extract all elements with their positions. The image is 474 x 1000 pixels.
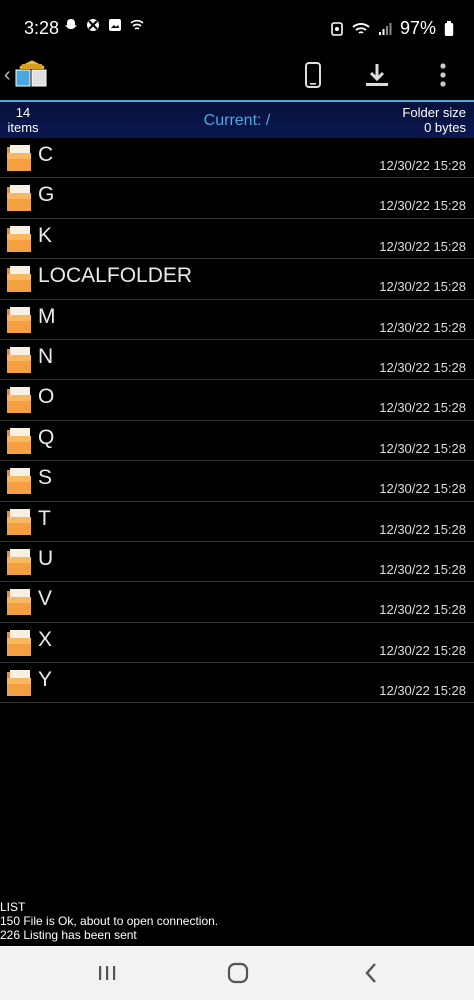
file-name: V [38,587,53,611]
file-date: 12/30/22 15:28 [379,359,466,375]
folder-icon [7,346,31,373]
file-name: K [38,223,53,247]
snapchat-icon [65,19,77,29]
log-line: 150 File is Ok, about to open connection… [0,914,219,928]
file-row[interactable]: Y 12/30/22 15:28 [0,663,474,704]
file-row[interactable]: C 12/30/22 15:28 [0,138,474,179]
folder-icon [7,508,31,535]
wifi-icon [352,22,370,34]
file-name: S [38,466,53,490]
folder-size-value: 0 bytes [424,120,466,135]
phone-button[interactable] [298,60,328,90]
file-row[interactable]: N 12/30/22 15:28 [0,340,474,381]
download-icon [366,64,388,86]
file-date: 12/30/22 15:28 [379,521,466,537]
folder-icon [7,145,31,171]
battery-percent: 97% [399,18,436,38]
file-row[interactable]: M 12/30/22 15:28 [0,300,474,340]
status-bar: 3:28 97% [0,0,474,50]
system-status: 97% [330,18,454,39]
directory-info-bar: 14 items Current: / Folder size 0 bytes [0,102,474,138]
file-date: 12/30/22 15:28 [379,481,466,497]
file-date: 12/30/22 15:28 [379,238,466,254]
log-line: 226 Listing has been sent [0,928,137,942]
file-date: 12/30/22 15:28 [379,683,466,699]
more-options-button[interactable] [428,60,458,90]
file-row[interactable]: T 12/30/22 15:28 [0,502,474,542]
file-date: 12/30/22 15:28 [379,158,466,173]
xbox-icon [87,19,99,31]
folder-icon [7,548,31,575]
folder-icon [7,589,31,616]
folder-size: Folder size 0 bytes [402,105,466,135]
file-name: U [38,546,54,570]
file-date: 12/30/22 15:28 [379,279,466,295]
download-button[interactable] [362,60,392,90]
file-name: LOCALFOLDER [38,264,193,288]
file-date: 12/30/22 15:28 [379,198,466,214]
file-row[interactable]: V 12/30/22 15:28 [0,582,474,623]
home-icon [227,962,249,984]
recent-apps-icon [99,966,116,980]
file-date: 12/30/22 15:28 [379,440,466,456]
app-toolbar: ‹ [0,50,474,100]
status-time: 3:28 [24,18,60,38]
battery-icon [444,20,454,36]
folder-icon [7,629,31,656]
folder-icon [7,427,31,454]
file-date: 12/30/22 15:28 [379,642,466,658]
file-list: C 12/30/22 15:28 G 12/30/22 15:28 K 12/30/22 … [0,138,474,704]
more-vert-icon [440,63,446,87]
file-row[interactable]: G 12/30/22 15:28 [0,178,474,219]
file-row[interactable]: Q 12/30/22 15:28 [0,421,474,462]
system-nav-bar [0,946,474,1000]
back-button[interactable] [356,960,386,986]
alarm-icon [331,21,343,36]
file-date: 12/30/22 15:28 [379,319,466,335]
file-row[interactable]: U 12/30/22 15:28 [0,542,474,583]
file-name: O [38,385,55,409]
back-chevron-icon[interactable]: ‹ [4,64,11,87]
file-row[interactable]: LOCALFOLDER 12/30/22 15:28 [0,259,474,300]
file-date: 12/30/22 15:28 [379,400,466,416]
folder-icon [7,387,31,414]
file-name: N [38,344,54,368]
folder-icon [7,225,31,252]
wifi-shield-icon [130,19,144,30]
file-name: X [38,627,53,651]
file-name: G [38,183,55,207]
phone-icon [305,62,321,88]
file-name: Q [38,425,55,449]
home-button[interactable] [223,960,253,986]
file-name: Y [38,668,53,692]
folder-size-label: Folder size [402,105,466,120]
folder-icon [7,266,31,293]
notification-icons [64,18,144,32]
file-date: 12/30/22 15:28 [379,561,466,577]
file-row[interactable]: K 12/30/22 15:28 [0,219,474,260]
folder-icon [7,185,31,212]
log-line: LIST [0,900,26,914]
file-row[interactable]: O 12/30/22 15:28 [0,380,474,421]
folder-icon [7,306,31,333]
gallery-icon [109,19,121,31]
ftp-log: LIST 150 File is Ok, about to open connec… [0,900,474,942]
file-date: 12/30/22 15:28 [379,602,466,618]
file-row[interactable]: S 12/30/22 15:28 [0,461,474,502]
file-row[interactable]: X 12/30/22 15:28 [0,623,474,664]
file-name: T [38,506,51,530]
folder-icon [7,468,31,495]
app-logo-icon[interactable] [14,60,50,90]
signal-icon [378,22,392,35]
file-name: C [38,143,54,166]
folder-icon [7,670,31,697]
recent-apps-button[interactable] [92,960,122,986]
back-icon [365,963,376,983]
file-name: M [38,304,56,328]
